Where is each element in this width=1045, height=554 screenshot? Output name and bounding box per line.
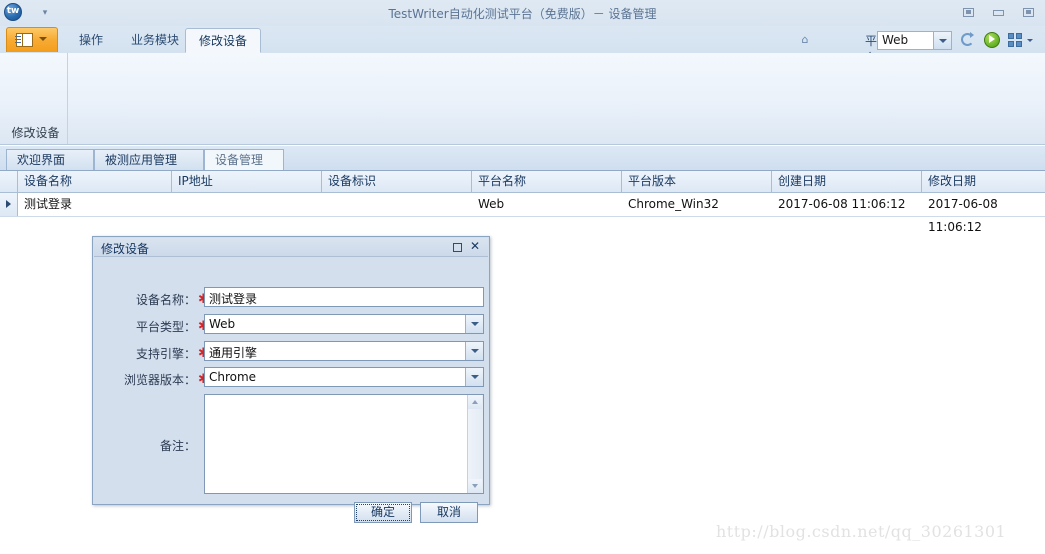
browser-version-select[interactable]: Chrome: [204, 367, 484, 387]
grid-col-platform-ver[interactable]: 平台版本: [622, 171, 772, 192]
grid-col-platform-name[interactable]: 平台名称: [472, 171, 622, 192]
restore-window-button[interactable]: [955, 4, 981, 21]
table-row[interactable]: 测试登录 Web Chrome_Win32 2017-06-08 11:06:1…: [0, 193, 1045, 234]
run-icon[interactable]: [983, 31, 1002, 49]
platform-type-combobox[interactable]: Web: [877, 31, 952, 50]
grid-col-device-name[interactable]: 设备名称: [18, 171, 172, 192]
grid-col-device-id[interactable]: 设备标识: [322, 171, 472, 192]
platform-type-label: 平台类型：: [135, 320, 196, 334]
dialog-title-bar: 修改设备 ✕: [94, 238, 488, 257]
maximize-window-button[interactable]: [1015, 4, 1041, 21]
remark-textarea[interactable]: [204, 394, 484, 494]
cell-platform-name: Web: [478, 197, 505, 211]
ribbon-tab-modify-device[interactable]: 修改设备: [185, 28, 262, 53]
ok-button-focus-ring: [356, 504, 410, 521]
doc-tab-device-management[interactable]: 设备管理 ✕: [204, 149, 284, 187]
device-name-label: 设备名称：: [135, 293, 196, 307]
engine-value: 通用引擎: [209, 346, 258, 360]
device-name-input[interactable]: 测试登录: [204, 287, 484, 307]
row-indicator-arrow-icon: [6, 200, 11, 208]
restore-icon-inner: [966, 10, 972, 14]
grid-apps-icon-sq2: [1016, 33, 1022, 39]
ok-button[interactable]: 确定: [354, 502, 412, 523]
modify-device-dialog: 修改设备 ✕ 设备名称： ✱ 测试登录 平台类型： ✱ Web 支持引擎： ✱ …: [92, 236, 490, 523]
panel-icon-line-2: [15, 39, 21, 40]
platform-type-select[interactable]: Web: [204, 314, 484, 334]
scroll-down-icon[interactable]: [468, 479, 482, 493]
doc-tab-app-management-label: 被测应用管理: [105, 153, 178, 167]
cell-platform-ver: Chrome_Win32: [628, 197, 719, 211]
dialog-title: 修改设备: [101, 242, 150, 256]
grid-col-ip-address[interactable]: IP地址: [172, 171, 322, 192]
window-title: TestWriter自动化测试平台（免费版）－ 设备管理: [388, 7, 657, 21]
cell-device-id: [322, 193, 472, 216]
remark-scrollbar[interactable]: [467, 395, 483, 493]
chevron-down-icon[interactable]: [465, 368, 483, 386]
chevron-down-icon[interactable]: [1027, 39, 1033, 42]
ribbon-tab-business-module[interactable]: 业务模块: [118, 28, 192, 53]
cancel-button-label: 取消: [436, 505, 461, 519]
watermark-text: http://blog.csdn.net/qq_30261301: [716, 522, 1007, 541]
ribbon-group-title: 修改设备: [11, 126, 60, 140]
home-icon[interactable]: ⌂: [798, 34, 812, 46]
cancel-button[interactable]: 取消: [420, 502, 478, 523]
grid-apps-icon-sq3: [1008, 41, 1014, 47]
remark-label: 备注：: [159, 439, 196, 453]
doc-tab-welcome[interactable]: 欢迎界面: [6, 149, 94, 170]
cell-modify-date: 2017-06-08 11:06:12: [928, 197, 998, 234]
refresh-icon-arrow: [970, 32, 974, 38]
grid-col-create-date[interactable]: 创建日期: [772, 171, 922, 192]
doc-tab-device-management-label: 设备管理: [215, 153, 264, 167]
minimize-icon: [993, 10, 1005, 16]
chevron-down-icon: [39, 37, 47, 41]
chevron-down-icon[interactable]: [465, 342, 483, 360]
platform-type-value: Web: [882, 33, 909, 47]
doc-tab-welcome-label: 欢迎界面: [17, 153, 66, 167]
panel-icon-line-1: [15, 36, 21, 37]
ribbon-group-modify-device: 修改设备: [3, 53, 68, 144]
browser-version-value: Chrome: [209, 370, 257, 384]
grid-apps-icon-sq1: [1008, 33, 1014, 39]
run-icon-arrow: [989, 35, 995, 43]
ribbon-tab-operation[interactable]: 操作: [66, 28, 116, 53]
device-name-value: 测试登录: [209, 292, 258, 306]
application-menu-button[interactable]: [6, 27, 58, 52]
scroll-up-icon[interactable]: [468, 395, 482, 409]
grid-gutter-header: [0, 171, 18, 192]
chevron-down-icon[interactable]: [933, 32, 951, 49]
minimize-window-button[interactable]: [985, 4, 1011, 21]
cell-create-date: 2017-06-08 11:06:12: [778, 197, 906, 211]
engine-label: 支持引擎：: [135, 347, 196, 361]
cell-device-name: 测试登录: [24, 197, 73, 211]
engine-select[interactable]: 通用引擎: [204, 341, 484, 361]
doc-tab-app-management[interactable]: 被测应用管理: [94, 149, 204, 170]
row-indicator: [0, 193, 18, 216]
panel-icon-line-3: [15, 42, 21, 43]
device-grid: 设备名称 IP地址 设备标识 平台名称 平台版本 创建日期 修改日期 测试登录 …: [0, 170, 1045, 234]
grid-apps-icon[interactable]: [1007, 31, 1033, 49]
browser-version-label: 浏览器版本：: [123, 373, 196, 387]
title-bar: tw ▾ TestWriter自动化测试平台（免费版）－ 设备管理: [0, 0, 1045, 26]
grid-header-row: 设备名称 IP地址 设备标识 平台名称 平台版本 创建日期 修改日期: [0, 171, 1045, 193]
dialog-restore-icon[interactable]: [453, 243, 462, 252]
cell-ip-address: [172, 193, 322, 216]
ribbon-panel: 修改设备: [0, 53, 1045, 145]
grid-col-modify-date[interactable]: 修改日期: [922, 171, 1045, 192]
grid-apps-icon-sq4: [1016, 41, 1022, 47]
ribbon-tab-strip: 操作 业务模块 修改设备 ⌂ 平台类型 Web: [0, 26, 1045, 99]
window-controls: [955, 4, 1041, 22]
maximize-icon-inner: [1026, 10, 1031, 14]
application-window: tw ▾ TestWriter自动化测试平台（免费版）－ 设备管理 操作 业务模…: [0, 0, 1045, 554]
chevron-down-icon[interactable]: [465, 315, 483, 333]
dialog-body: 设备名称： ✱ 测试登录 平台类型： ✱ Web 支持引擎： ✱ 通用引擎 浏览…: [98, 261, 484, 523]
refresh-icon[interactable]: [959, 31, 978, 49]
document-tab-bar: 欢迎界面 被测应用管理 设备管理 ✕: [0, 146, 1045, 187]
dialog-close-icon[interactable]: ✕: [469, 239, 481, 255]
platform-type-value: Web: [209, 317, 236, 331]
